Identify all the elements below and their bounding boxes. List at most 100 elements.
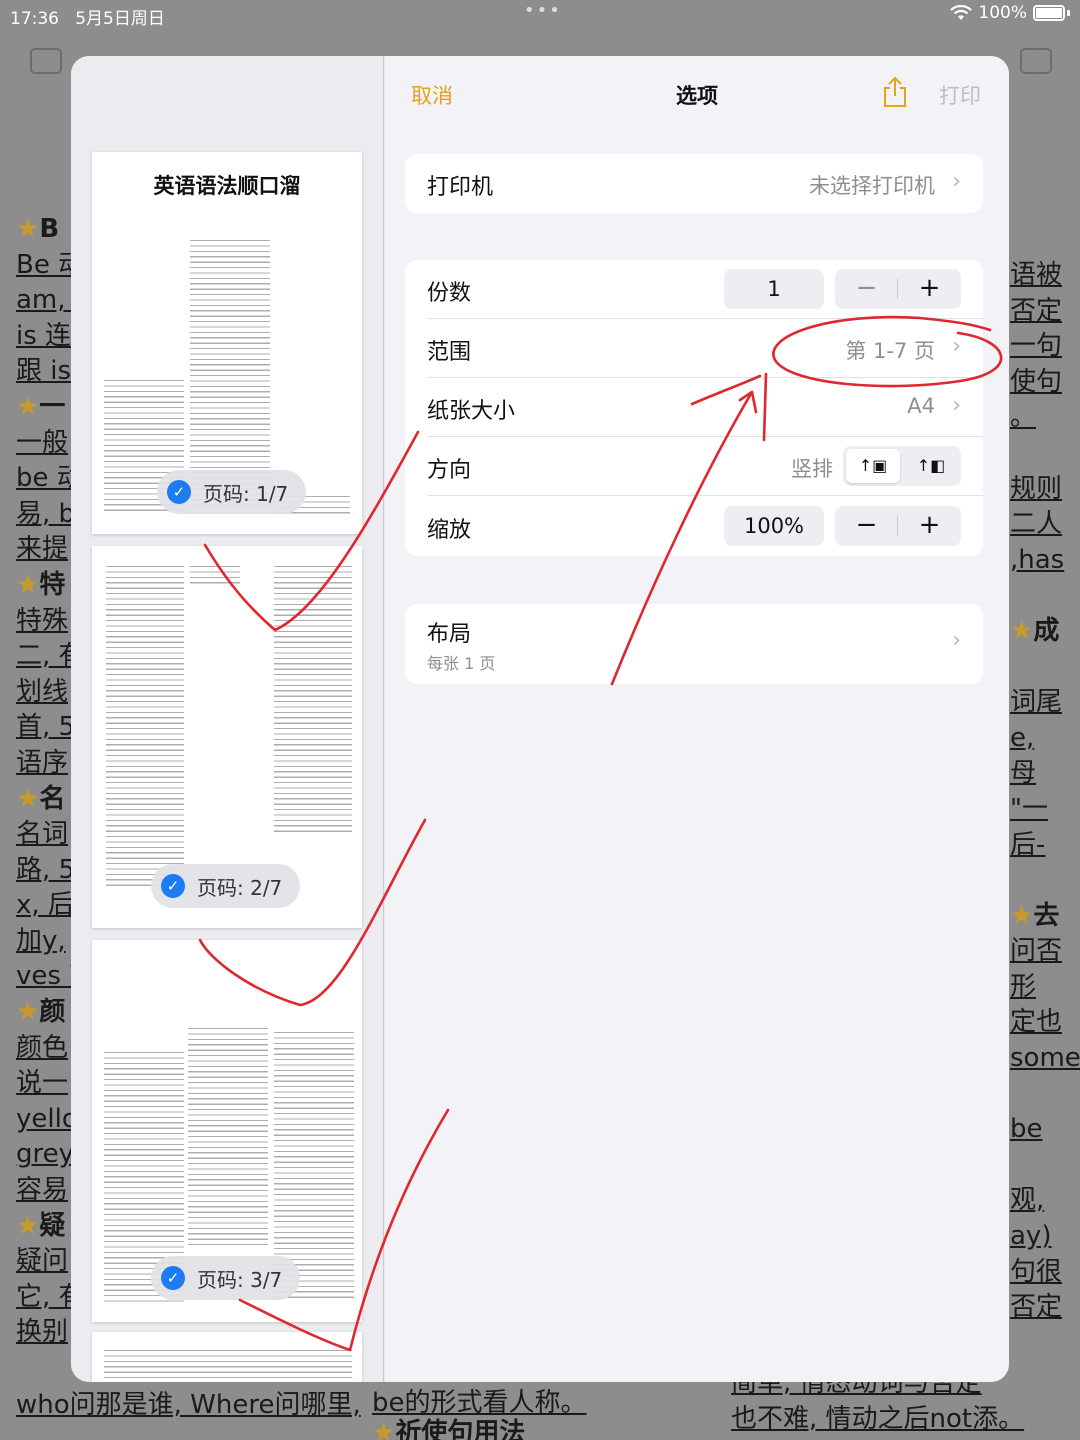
star-icon: ★ [16,569,40,600]
scale-field[interactable]: 100% [724,506,824,546]
background-doc-line: ★去 [1010,900,1060,931]
background-doc-line: ves 就 [16,961,72,992]
background-doc-line: 后- [1010,829,1046,860]
background-doc-line: 首, 5 [16,712,72,743]
background-doc-line: ★颜 [16,997,66,1028]
background-doc-line: ,has [1010,544,1065,575]
page-badge-3-label: 页码: 3/7 [197,1267,283,1292]
preview-column[interactable]: 英语语法顺口溜 ✓ 页码: 1/7 ✓ 页码: 2/7 ✓ 页码: 3/7 [71,56,384,1382]
printer-label: 打印机 [427,175,494,200]
preview-page-4[interactable] [92,1332,362,1382]
background-doc-bottom-left: who问那是谁, Where问哪里, [16,1390,361,1420]
background-doc-line: 说一 [16,1068,69,1099]
page-badge-1-label: 页码: 1/7 [203,481,289,506]
background-doc-line [1010,1077,1080,1113]
printer-card: 打印机 未选择打印机 › [405,154,983,213]
background-doc-line: 规则 [1010,473,1063,504]
copies-label: 份数 [427,281,472,306]
multitask-dots[interactable]: ••• [524,0,562,21]
background-doc-line [1010,436,1080,472]
share-icon[interactable] [881,76,909,108]
paper-size-row[interactable]: 纸张大小 A4 › [405,378,983,437]
background-doc-right: 语被 否定 一句 使句。规则 二人 ,has ★成 词尾 e, 母 "一 后- ★去 问否形定也 some… [1010,258,1080,1326]
scale-decrement-button[interactable]: − [835,509,898,541]
background-doc-line: am, a [16,285,72,316]
background-doc-line: 语序 [16,747,69,778]
page-badge-2-label: 页码: 2/7 [197,875,283,900]
background-doc-line: 观, [1010,1185,1045,1216]
star-icon: ★ [16,1210,40,1241]
star-icon: ★ [16,997,40,1028]
status-time: 17:36 5月5日周日 [10,9,165,29]
compose-icon [1020,48,1052,74]
layout-card: 布局 每张 1 页 › [405,604,983,684]
page-badge-3[interactable]: ✓ 页码: 3/7 [151,1256,301,1300]
background-doc-line: 否定 [1010,295,1063,326]
copies-decrement-button[interactable]: − [835,272,898,304]
page-badge-1[interactable]: ✓ 页码: 1/7 [157,470,307,514]
chevron-right-icon: › [952,334,961,359]
background-doc-line: 二人 [1010,509,1063,540]
scale-stepper[interactable]: − + [835,506,961,546]
background-doc-line: x, 后 [16,890,72,921]
printer-row[interactable]: 打印机 未选择打印机 › [405,154,983,213]
print-button[interactable]: 打印 [939,80,981,110]
background-doc-line: be [1010,1114,1043,1145]
printer-value: 未选择打印机 [809,174,935,198]
page-badge-2[interactable]: ✓ 页码: 2/7 [151,864,301,908]
background-doc-line: 易, b [16,498,72,529]
battery-icon [1033,5,1065,21]
background-doc-line: ★成 [1010,615,1060,646]
background-doc-line: 换别 [16,1317,69,1348]
background-doc-line: 加y, [16,925,66,956]
options-column: 取消 选项 打印 打印机 未选择打印机 › 份数 1 − + 范围 第 1-7 … [385,56,1009,1382]
star-icon: ★ [16,214,40,244]
background-doc-line: 它, 有 [16,1281,72,1312]
copies-stepper[interactable]: − + [835,269,961,309]
orientation-toggle[interactable]: ↑▣ ↑◧ [843,446,961,486]
background-doc-line: 使句 [1010,366,1063,397]
orientation-value: 竖排 [791,457,833,481]
background-doc-line: ★名 [16,783,66,814]
background-doc-line: ★疑 [16,1210,66,1241]
scale-label: 缩放 [427,518,472,543]
background-doc-line [1010,650,1080,686]
background-doc-line: 形 [1010,971,1037,1002]
chevron-right-icon: › [952,393,961,418]
landscape-icon[interactable]: ↑◧ [904,449,958,483]
layout-label: 布局 [427,622,472,647]
chevron-right-icon: › [952,169,961,194]
layout-row[interactable]: 布局 每张 1 页 › [405,604,983,684]
background-doc-line: 母 [1010,758,1037,789]
background-doc-line: e, [1010,722,1035,753]
background-doc-line: 句很 [1010,1256,1063,1287]
page-1-title: 英语语法顺口溜 [153,174,301,198]
background-doc-line: 定也 [1010,1007,1063,1038]
background-doc-line: ★一 [16,391,66,422]
range-row[interactable]: 范围 第 1-7 页 › [405,319,983,378]
orientation-label: 方向 [427,458,472,483]
wifi-icon [950,5,973,20]
print-options-sheet: 英语语法顺口溜 ✓ 页码: 1/7 ✓ 页码: 2/7 ✓ 页码: 3/7 取消… [71,56,1009,1382]
background-doc-line: ★特 [16,569,66,600]
copies-field[interactable]: 1 [724,269,824,309]
paper-size-label: 纸张大小 [427,399,516,424]
background-doc-bottom-right-2: 也不难, 情动之后not添。 [731,1404,1025,1434]
layout-sublabel: 每张 1 页 [427,654,496,673]
star-icon: ★ [16,391,40,422]
range-label: 范围 [427,340,472,365]
scale-increment-button[interactable]: + [898,509,961,541]
background-doc-line: 来提 [16,534,69,565]
background-doc-line: 特殊 [16,605,69,636]
nav-bar: 取消 选项 打印 [385,56,1009,132]
background-doc-line: 跟 is [16,356,72,387]
copies-increment-button[interactable]: + [898,272,961,304]
background-doc-line: 名词 [16,819,69,850]
background-doc-line: 词尾 [1010,687,1063,718]
background-doc-line: 。 [1010,402,1037,433]
background-doc-line: 二, 有 [16,641,72,672]
background-doc-line: 路, 5 [16,854,72,885]
portrait-icon[interactable]: ↑▣ [846,449,900,483]
background-doc-line: 划线 [16,676,69,707]
checkmark-icon: ✓ [167,480,191,504]
